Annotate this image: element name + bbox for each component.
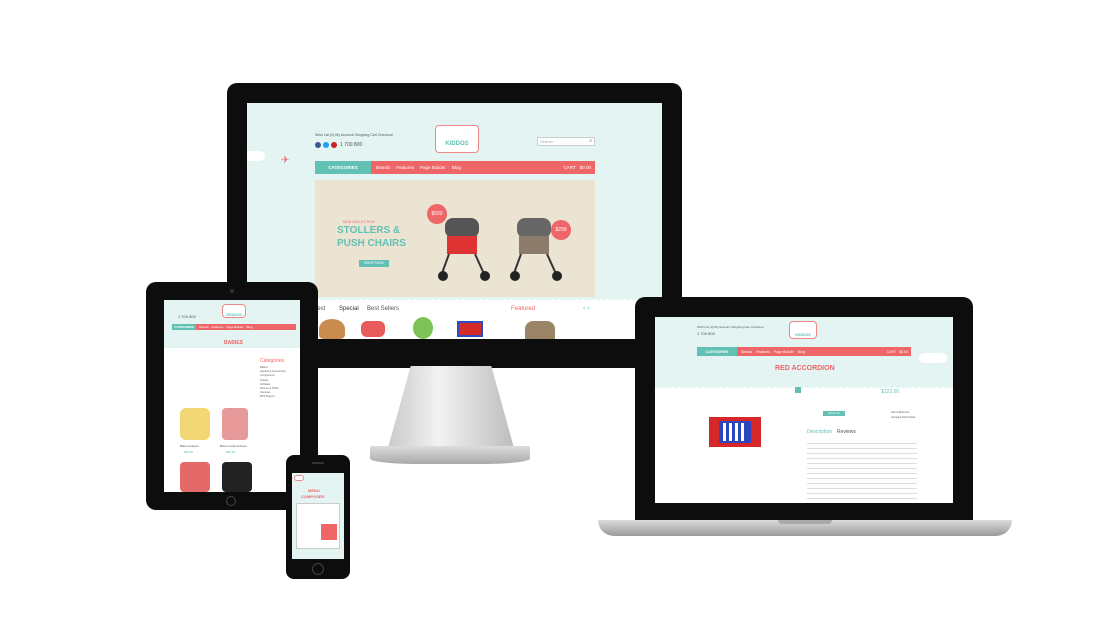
- laptop-cart-button[interactable]: CART: [887, 350, 896, 354]
- product-price: $122.00: [881, 389, 900, 395]
- scallop-divider: [655, 385, 953, 391]
- nav-item-blog[interactable]: Blog: [452, 165, 461, 170]
- tab-best-sellers[interactable]: Best Sellers: [367, 306, 399, 312]
- check-icon: [795, 387, 801, 393]
- shop-now-button[interactable]: SHOP NOW: [359, 260, 389, 267]
- laptop-nav-blog[interactable]: Blog: [798, 350, 805, 354]
- laptop-cart-total: $0.00: [899, 349, 908, 354]
- tablet-page-title: BABIES: [224, 340, 243, 346]
- cloud-decoration: [247, 151, 265, 161]
- laptop-device: Wish List (0) My Account Shopping Cart C…: [635, 297, 973, 523]
- laptop-screen: Wish List (0) My Account Shopping Cart C…: [655, 317, 953, 503]
- featured-heading: Featured: [511, 306, 536, 312]
- nav-item-features[interactable]: Features: [396, 165, 414, 170]
- phone-number: 1 700 800: [340, 142, 363, 148]
- laptop-notch: [778, 520, 832, 524]
- accordion-image[interactable]: [457, 321, 483, 337]
- laptop-nav-brands[interactable]: Brands: [741, 350, 752, 354]
- sidebar-item[interactable]: MP3 Players: [260, 395, 296, 399]
- tablet-logo[interactable]: KIDDOS: [222, 304, 246, 318]
- frog-toy-image[interactable]: [413, 317, 433, 339]
- cart-total: $0.00: [579, 165, 591, 170]
- search-input[interactable]: Search ⌕: [537, 137, 595, 146]
- facebook-icon[interactable]: [315, 142, 321, 148]
- pinterest-icon[interactable]: [331, 142, 337, 148]
- tab-reviews[interactable]: Reviews: [837, 429, 856, 435]
- tablet-camera: [230, 289, 234, 293]
- laptop-base: [598, 520, 1012, 536]
- product-image[interactable]: [180, 462, 210, 492]
- site-logo[interactable]: KIDDOS: [435, 125, 479, 153]
- tablet-categories-button[interactable]: CATEGORIES: [172, 324, 196, 330]
- product-price: $55.00: [226, 450, 236, 454]
- preview-image: [321, 524, 337, 540]
- wishlist-link[interactable]: Add to Wish List: [891, 411, 909, 414]
- product-price: $49.00: [184, 450, 194, 454]
- cart-button[interactable]: CART: [564, 165, 576, 170]
- tab-description[interactable]: Description: [807, 429, 832, 435]
- description-text-block: [807, 439, 917, 499]
- stroller-red-image: [438, 218, 490, 281]
- tablet-home-button[interactable]: [226, 496, 236, 506]
- tablet-sidebar-title: Categories: [260, 358, 285, 364]
- tablet-nav: CATEGORIES Brands Features Page Builder …: [172, 324, 296, 330]
- compare-link[interactable]: Compare this Product: [891, 416, 915, 419]
- phone-speaker: [312, 462, 324, 464]
- tablet-nav-features[interactable]: Features: [212, 325, 224, 329]
- plane-icon: ✈: [281, 155, 290, 166]
- laptop-categories-button[interactable]: CATEGORIES: [697, 347, 737, 356]
- phone-screen: MENU COMPOSER: [292, 473, 344, 559]
- laptop-nav: CATEGORIES Brands Features Page Builder …: [697, 347, 911, 356]
- phone-title-2: COMPOSER: [301, 494, 325, 499]
- stroller-grey-image: [510, 218, 562, 281]
- tablet-nav-page-builder[interactable]: Page Builder: [226, 325, 243, 329]
- cloud-decoration: [919, 353, 947, 363]
- banner-title-1: STOLLERS &: [337, 225, 401, 236]
- product-dress-image[interactable]: [222, 408, 248, 440]
- red-accordion-image: [709, 417, 761, 447]
- banner-title-2: PUSH CHAIRS: [337, 238, 406, 249]
- tablet-phone: 1 700 800: [178, 314, 196, 319]
- twitter-icon[interactable]: [323, 142, 329, 148]
- main-nav: CATEGORIES Brands Features Page Builder …: [315, 161, 595, 174]
- laptop-top-links[interactable]: Wish List (0) My Account Shopping Cart C…: [697, 325, 764, 329]
- phone-logo[interactable]: [294, 475, 304, 481]
- nav-item-brands[interactable]: Brands: [376, 165, 390, 170]
- hero-banner[interactable]: NEW COLLECTION STOLLERS & PUSH CHAIRS SH…: [315, 180, 595, 297]
- laptop-nav-features[interactable]: Features: [756, 350, 770, 354]
- banner-kicker: NEW COLLECTION: [343, 220, 375, 224]
- laptop-phone: 1 700 800: [697, 331, 715, 336]
- product-image[interactable]: [222, 462, 252, 492]
- tablet-sidebar-list: Babies Apparel & Accessories Components …: [260, 366, 296, 400]
- jacket-image[interactable]: [525, 321, 555, 339]
- phone-menu-preview: [296, 503, 340, 549]
- product-name[interactable]: Bolero striped dress: [220, 444, 247, 448]
- laptop-nav-page-builder[interactable]: Page Builder: [774, 350, 794, 354]
- toy-car-image[interactable]: [361, 321, 385, 337]
- tablet-nav-brands[interactable]: Brands: [199, 325, 209, 329]
- product-bodysuit-image[interactable]: [180, 408, 210, 440]
- monitor-stand: [388, 366, 514, 448]
- product-title: RED ACCORDION: [775, 365, 835, 372]
- product-name[interactable]: Baby bodysuit: [180, 444, 199, 448]
- tab-special[interactable]: Special: [339, 306, 359, 312]
- phone-title-1: MENU: [308, 488, 320, 493]
- teddy-bear-image[interactable]: [319, 319, 345, 339]
- tablet-screen: KIDDOS 1 700 800 CATEGORIES Brands Featu…: [164, 300, 300, 492]
- phone-home-button[interactable]: [312, 563, 324, 575]
- top-links[interactable]: Wish List (0) My Account Shopping Cart C…: [315, 133, 393, 137]
- categories-button[interactable]: CATEGORIES: [315, 161, 371, 174]
- nav-item-page-builder[interactable]: Page Builder: [420, 165, 446, 170]
- tablet-nav-blog[interactable]: Blog: [247, 325, 253, 329]
- carousel-arrows-icon[interactable]: ‹ ›: [583, 305, 590, 312]
- laptop-logo[interactable]: KIDDOS: [789, 321, 817, 339]
- search-icon: ⌕: [589, 138, 592, 144]
- monitor-foot: [370, 446, 530, 464]
- phone-device: MENU COMPOSER: [286, 455, 350, 579]
- add-to-cart-button[interactable]: Add to cart: [823, 411, 845, 416]
